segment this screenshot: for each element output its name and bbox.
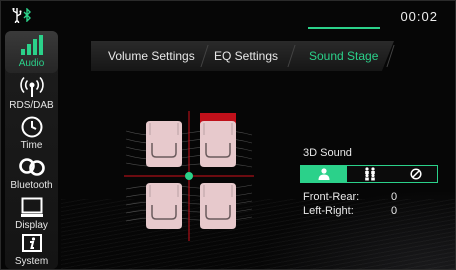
seat-rear-right[interactable] — [199, 182, 237, 230]
seat-front-left[interactable] — [145, 120, 183, 168]
clock-icon — [21, 116, 42, 138]
sidebar-item-rds-dab[interactable]: RDS/DAB — [5, 73, 58, 115]
sidebar-item-label: Bluetooth — [10, 180, 53, 191]
single-listener-icon — [318, 168, 330, 180]
front-rear-label: Front-Rear: — [303, 191, 360, 203]
sidebar-item-label: Audio — [18, 58, 45, 69]
clock-readout: 00:02 — [400, 9, 438, 24]
display-icon — [20, 197, 43, 217]
tab-sound-stage[interactable]: Sound Stage — [309, 41, 378, 71]
usb-icon — [12, 8, 22, 23]
mode-single-listener-button[interactable] — [301, 166, 347, 182]
radio-signal-icon — [19, 76, 44, 97]
sidebar-item-display[interactable]: Display — [5, 193, 58, 235]
all-seats-icon — [365, 167, 375, 181]
mode-all-seats-button[interactable] — [347, 166, 393, 182]
listening-position-handle[interactable] — [185, 172, 193, 180]
sidebar-item-label: Time — [20, 140, 43, 151]
sidebar-item-audio[interactable]: Audio — [5, 31, 58, 73]
tab-eq-settings[interactable]: EQ Settings — [214, 41, 278, 71]
sidebar-item-label: Display — [15, 220, 48, 231]
sound-stage-seat-map[interactable] — [124, 111, 254, 241]
sidebar-item-bluetooth[interactable]: Bluetooth — [5, 153, 58, 195]
3d-sound-mode-selector — [300, 165, 438, 183]
front-rear-value: 0 — [391, 191, 398, 203]
sidebar-item-label: RDS/DAB — [9, 100, 54, 111]
sidebar-item-time[interactable]: Time — [5, 113, 58, 155]
sidebar-item-system[interactable]: System — [5, 231, 58, 269]
info-icon — [21, 234, 42, 252]
settings-tabs: Volume Settings EQ Settings Sound Stage — [91, 41, 451, 71]
equalizer-bars-icon — [20, 35, 43, 55]
head-unit-screen: 00:02 Audio RDS/DAB Time Bluetooth Displ… — [0, 0, 456, 270]
left-right-value: 0 — [391, 205, 398, 217]
status-bar: 00:02 — [1, 1, 455, 29]
off-icon — [410, 168, 422, 180]
sidebar: Audio RDS/DAB Time Bluetooth Display Sys… — [5, 31, 58, 269]
active-tab-indicator — [308, 27, 380, 29]
mode-off-button[interactable] — [393, 166, 439, 182]
left-right-label: Left-Right: — [303, 205, 354, 217]
tab-volume-settings[interactable]: Volume Settings — [108, 41, 195, 71]
sidebar-item-label: System — [14, 256, 49, 267]
bluetooth-status-icon — [23, 8, 31, 22]
seat-front-right[interactable] — [199, 120, 237, 168]
seat-rear-left[interactable] — [145, 182, 183, 230]
3d-sound-label: 3D Sound — [303, 147, 352, 159]
bluetooth-link-icon — [18, 158, 45, 176]
